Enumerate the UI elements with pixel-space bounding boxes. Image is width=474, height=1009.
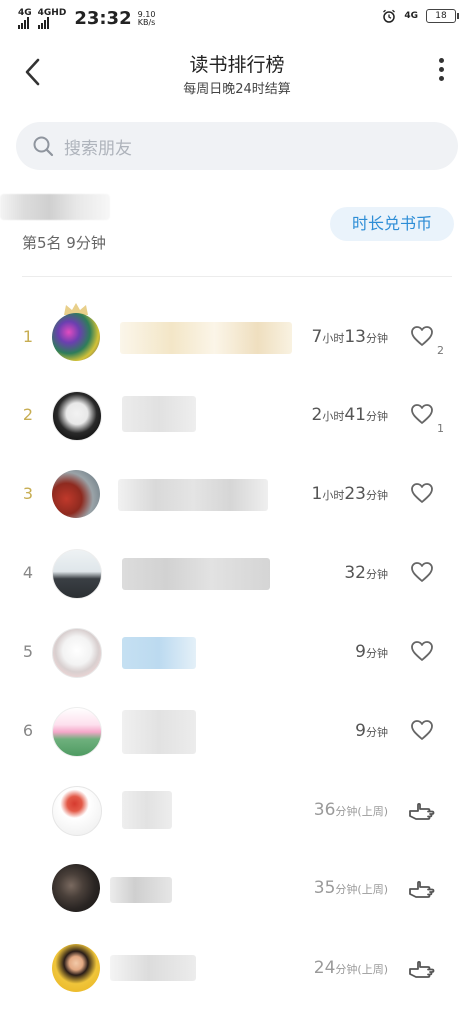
like-count: 1 xyxy=(437,422,444,435)
reading-duration: 9分钟 xyxy=(355,642,388,662)
rank-number: 5 xyxy=(22,642,34,661)
reading-duration: 7小时13分钟 xyxy=(311,327,388,347)
avatar[interactable] xyxy=(52,944,100,992)
poke-hand-icon[interactable] xyxy=(408,875,436,901)
avatar[interactable] xyxy=(52,391,102,441)
heart-outline-icon[interactable] xyxy=(410,403,434,425)
heart-outline-icon[interactable] xyxy=(410,482,434,504)
battery-level: 18 xyxy=(435,11,447,21)
avatar[interactable] xyxy=(52,707,102,757)
leaderboard-row[interactable]: 4 32分钟 xyxy=(0,534,474,612)
poke-hand-icon[interactable] xyxy=(408,955,436,981)
user-name-blurred xyxy=(110,955,196,981)
rank-number: 6 xyxy=(22,721,34,740)
my-name-blurred xyxy=(0,194,110,220)
user-name-blurred xyxy=(122,637,196,669)
search-placeholder: 搜索朋友 xyxy=(64,138,132,159)
battery-icon: 18 xyxy=(426,9,459,23)
network-type-label: 4G xyxy=(404,11,418,21)
rank-number: 3 xyxy=(22,484,34,503)
leaderboard-row[interactable]: 2 2小时41分钟 1 xyxy=(0,376,474,454)
exchange-coins-button[interactable]: 时长兑书币 xyxy=(330,207,454,241)
rank-number: 4 xyxy=(22,563,34,582)
avatar[interactable] xyxy=(52,549,102,599)
reading-duration: 35分钟(上周) xyxy=(313,878,388,898)
user-name-blurred xyxy=(118,479,268,511)
user-name-blurred xyxy=(110,877,172,903)
divider xyxy=(22,276,452,277)
reading-duration: 1小时23分钟 xyxy=(311,484,388,504)
clock: 23:32 xyxy=(74,8,132,29)
avatar[interactable] xyxy=(52,628,102,678)
leaderboard-row[interactable]: 5 9分钟 xyxy=(0,613,474,691)
signal-icon: 4G xyxy=(18,7,32,29)
leaderboard-row[interactable]: 1 7小时13分钟 2 xyxy=(0,298,474,376)
reading-duration: 2小时41分钟 xyxy=(311,405,388,425)
network-type-label: 4G xyxy=(18,7,32,18)
rank-number: 1 xyxy=(22,327,34,346)
leaderboard-row[interactable]: 3 1小时23分钟 xyxy=(0,455,474,533)
heart-outline-icon[interactable] xyxy=(410,561,434,583)
status-bar: 4G 4GHD 23:32 9.10 KB/s 4G 18 xyxy=(0,0,474,36)
poke-hand-icon[interactable] xyxy=(408,797,436,823)
signal-icon: 4GHD xyxy=(37,7,67,29)
more-vertical-icon xyxy=(434,58,448,81)
reading-duration: 24分钟(上周) xyxy=(313,958,388,978)
avatar[interactable] xyxy=(52,313,100,361)
heart-outline-icon[interactable] xyxy=(410,640,434,662)
avatar[interactable] xyxy=(52,470,100,518)
user-name-blurred xyxy=(122,791,172,829)
reading-duration: 9分钟 xyxy=(355,721,388,741)
heart-outline-icon[interactable] xyxy=(410,325,434,347)
reading-duration: 32分钟 xyxy=(344,563,388,583)
leaderboard-row[interactable]: 24分钟(上周) xyxy=(0,929,474,1007)
network-speed: 9.10 KB/s xyxy=(137,10,156,27)
speed-unit: KB/s xyxy=(137,17,156,27)
like-count: 2 xyxy=(437,344,444,357)
my-rank-text: 第5名 9分钟 xyxy=(22,234,106,252)
more-button[interactable] xyxy=(434,58,448,88)
user-name-blurred xyxy=(120,322,292,354)
page-header: 读书排行榜 每周日晚24时结算 xyxy=(0,40,474,104)
user-name-blurred xyxy=(122,558,270,590)
page-subtitle: 每周日晚24时结算 xyxy=(183,82,291,97)
leaderboard-row[interactable]: 35分钟(上周) xyxy=(0,849,474,927)
avatar[interactable] xyxy=(52,864,100,912)
network-type-label: 4GHD xyxy=(37,7,67,18)
search-input[interactable]: 搜索朋友 xyxy=(16,122,458,170)
alarm-icon xyxy=(383,9,396,23)
page-title: 读书排行榜 xyxy=(189,54,285,76)
user-name-blurred xyxy=(122,396,196,432)
leaderboard-row[interactable]: 36分钟(上周) xyxy=(0,771,474,849)
rank-number: 2 xyxy=(22,405,34,424)
leaderboard-row[interactable]: 6 9分钟 xyxy=(0,692,474,770)
user-name-blurred xyxy=(122,710,196,754)
heart-outline-icon[interactable] xyxy=(410,719,434,741)
avatar[interactable] xyxy=(52,786,102,836)
search-icon xyxy=(33,136,54,157)
reading-duration: 36分钟(上周) xyxy=(313,800,388,820)
